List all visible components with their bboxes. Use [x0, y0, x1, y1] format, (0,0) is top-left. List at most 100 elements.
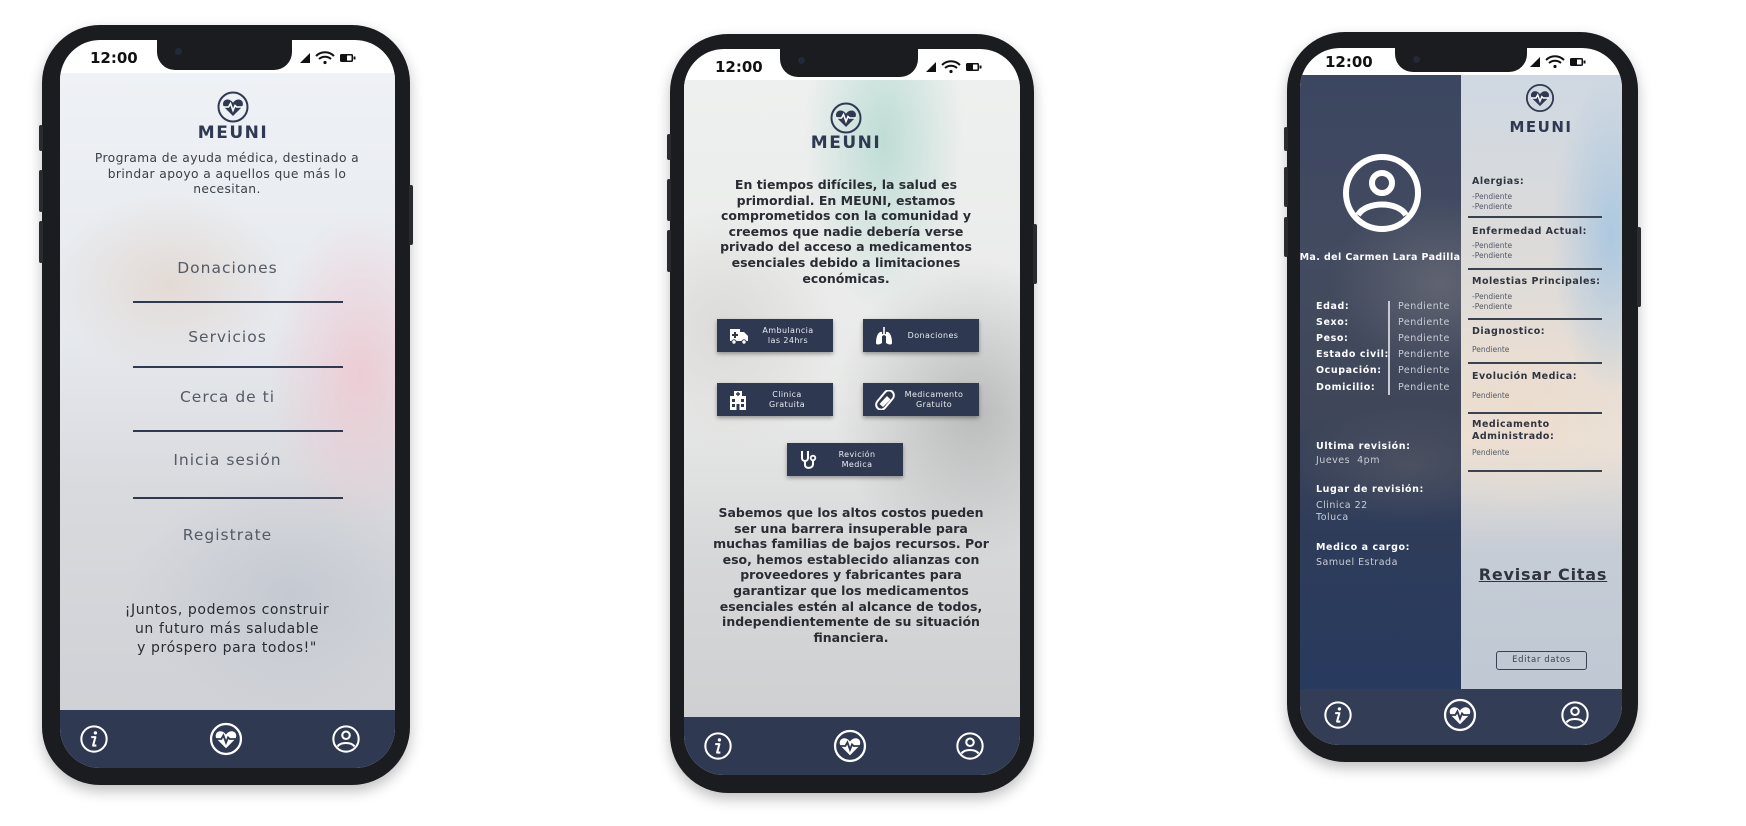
- text-line: garantizar que los medicamentos: [733, 582, 969, 598]
- vertical-divider: [1388, 301, 1390, 395]
- editar-datos-button[interactable]: Editar datos: [1496, 651, 1587, 670]
- silent-switch: [39, 125, 43, 151]
- tagline-line: necesitan.: [193, 182, 261, 197]
- quote-line: ¡Juntos, podemos construir: [124, 602, 330, 618]
- pill-icon: [875, 389, 895, 410]
- power-button: [409, 185, 413, 245]
- screen-home: 12:00 MEUNI Programa de ayuda médica, de…: [60, 40, 395, 768]
- button-label: Clinica: [772, 389, 802, 399]
- meuni-heart-logo-icon: [1526, 84, 1555, 113]
- section-title: Diagnostico:: [1472, 326, 1546, 337]
- heart-pulse-icon[interactable]: [1444, 699, 1477, 732]
- heart-pulse-icon[interactable]: [210, 723, 243, 756]
- divider: [1468, 412, 1602, 414]
- volume-down-button: [667, 230, 671, 272]
- field-label: Ocupación:: [1316, 365, 1382, 376]
- review-place-value: Toluca: [1316, 512, 1349, 523]
- screen-profile: 12:00 Ma. del Carmen Lara Padilla Edad: …: [1300, 48, 1622, 745]
- menu-registrate[interactable]: Registrate: [60, 525, 395, 545]
- brand-title: MEUNI: [197, 123, 269, 143]
- tagline: Programa de ayuda médica, destinado a br…: [77, 151, 377, 198]
- outro-paragraph: Sabemos que los altos costos pueden ser …: [711, 505, 991, 645]
- button-label: Ambulancia: [762, 325, 814, 335]
- clinica-button[interactable]: Clinica Gratuita: [717, 383, 833, 416]
- button-label: Donaciones: [907, 330, 959, 340]
- field-value: Pendiente: [1398, 349, 1450, 360]
- doctor-label: Medico a cargo:: [1316, 542, 1410, 553]
- heart-pulse-icon[interactable]: [834, 730, 867, 763]
- button-label: Medicamento: [904, 389, 964, 399]
- text-line: privado del acceso a medicamentos: [720, 239, 972, 255]
- donaciones-button[interactable]: Donaciones: [863, 319, 979, 352]
- text-line: muchas familias de bajos recursos. Por: [713, 536, 989, 552]
- section-item: Pendiente: [1472, 345, 1510, 354]
- notch: [1395, 48, 1527, 72]
- status-icons: [298, 51, 358, 65]
- power-button: [1033, 224, 1037, 284]
- user-profile-icon[interactable]: [1560, 700, 1590, 730]
- notch: [157, 40, 292, 70]
- user-profile-icon[interactable]: [331, 724, 361, 754]
- text-line: eso, hemos establecido alianzas con: [722, 551, 980, 567]
- divider: [1468, 362, 1602, 364]
- section-item: Pendiente: [1472, 448, 1510, 457]
- field-label: Sexo:: [1316, 317, 1349, 328]
- text-line: financiera.: [813, 629, 889, 645]
- brand-title: MEUNI: [810, 133, 882, 153]
- divider: [1468, 268, 1602, 270]
- intro-paragraph: En tiempos difíciles, la salud es primor…: [716, 177, 976, 286]
- tagline-line: brindar apoyo a aquellos que más lo: [107, 166, 347, 181]
- tagline-line: Programa de ayuda médica, destinado a: [94, 151, 360, 165]
- text-line: esenciales debido a limitaciones: [731, 254, 961, 270]
- menu-donaciones[interactable]: Donaciones: [60, 258, 395, 278]
- text-line: creemos que nadie debería verse: [728, 223, 964, 239]
- divider: [1468, 216, 1602, 218]
- user-profile-icon[interactable]: [955, 731, 985, 761]
- menu-inicia-sesion[interactable]: Inicia sesión: [60, 450, 395, 470]
- info-icon[interactable]: [1323, 700, 1353, 730]
- review-place-value: Clinica 22: [1316, 500, 1368, 511]
- last-review-label: Ultima revisión:: [1316, 441, 1411, 452]
- menu-servicios[interactable]: Servicios: [60, 327, 395, 347]
- patient-name: Ma. del Carmen Lara Padilla: [1300, 252, 1461, 263]
- notch: [780, 49, 918, 77]
- text-line: En tiempos difíciles, la salud es: [734, 177, 958, 192]
- section-item: -Pendiente: [1472, 241, 1513, 250]
- meuni-heart-logo-icon: [830, 102, 862, 134]
- section-title: Evolución Medica:: [1472, 371, 1578, 382]
- button-label: las 24hrs: [767, 335, 809, 345]
- button-label: Gratuita: [768, 399, 806, 409]
- quote-line: un futuro más saludable: [134, 621, 320, 637]
- divider: [133, 497, 343, 499]
- info-icon[interactable]: [703, 731, 733, 761]
- divider: [133, 366, 343, 368]
- status-time: 12:00: [715, 58, 763, 76]
- section-title: Molestias Principales:: [1472, 276, 1601, 287]
- volume-up-button: [667, 179, 671, 221]
- divider: [133, 430, 343, 432]
- bottom-nav: [1300, 689, 1622, 745]
- volume-down-button: [39, 221, 43, 263]
- text-line: ser una barrera insuperable para: [734, 520, 968, 536]
- revision-medica-button[interactable]: Revición Medica: [787, 443, 903, 476]
- text-line: independientemente de su situación: [722, 614, 980, 630]
- section-item: -Pendiente: [1472, 202, 1513, 211]
- status-time: 12:00: [1325, 53, 1373, 71]
- medicamento-button[interactable]: Medicamento Gratuito: [863, 383, 979, 416]
- review-place-label: Lugar de revisión:: [1316, 484, 1424, 495]
- status-icons: [1528, 55, 1588, 69]
- status-icons: [924, 60, 984, 74]
- menu-cerca-de-ti[interactable]: Cerca de ti: [60, 387, 395, 407]
- revisar-citas-link[interactable]: Revisar Citas: [1479, 564, 1607, 586]
- section-item: -Pendiente: [1472, 292, 1513, 301]
- patient-avatar-icon: [1343, 154, 1421, 232]
- field-label: Domicilio:: [1316, 382, 1376, 393]
- section-title: Enfermedad Actual:: [1472, 226, 1587, 237]
- divider: [1468, 318, 1602, 320]
- ambulance-button[interactable]: Ambulancia las 24hrs: [717, 319, 833, 352]
- button-label: Medica: [841, 459, 873, 469]
- quote: ¡Juntos, podemos construir un futuro más…: [77, 601, 377, 658]
- field-value: Pendiente: [1398, 333, 1450, 344]
- info-icon[interactable]: [79, 724, 109, 754]
- button-label: Revición: [838, 449, 876, 459]
